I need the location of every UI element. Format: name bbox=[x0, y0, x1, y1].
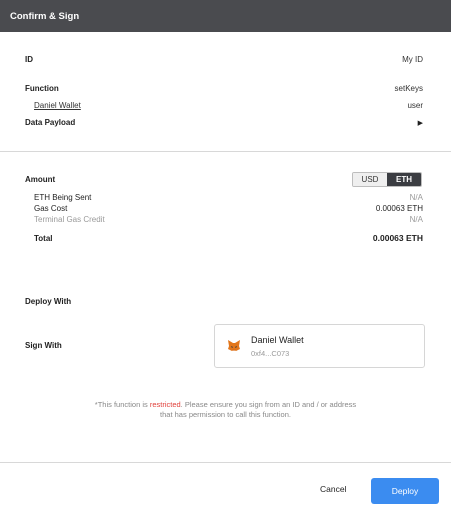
deploy-with-label: Deploy With bbox=[25, 297, 72, 306]
sign-with-section: Sign With bbox=[0, 341, 90, 350]
eth-toggle-option[interactable]: ETH bbox=[387, 173, 421, 186]
function-row: Function setKeys bbox=[25, 84, 423, 93]
notice-prefix: *This function is bbox=[94, 400, 150, 409]
eth-sent-value: N/A bbox=[409, 193, 423, 202]
signing-wallet-address: 0xf4...C073 bbox=[251, 348, 290, 358]
cost-breakdown: ETH Being Sent N/A Gas Cost 0.00063 ETH … bbox=[25, 192, 423, 243]
dialog-title: Confirm & Sign bbox=[10, 10, 80, 22]
id-label: ID bbox=[25, 55, 33, 64]
chevron-right-icon[interactable]: ▶ bbox=[418, 119, 423, 127]
metamask-fox-icon bbox=[228, 340, 240, 351]
total-value: 0.00063 ETH bbox=[372, 233, 423, 243]
usd-toggle-option[interactable]: USD bbox=[353, 173, 387, 186]
wallet-link[interactable]: Daniel Wallet bbox=[34, 101, 81, 110]
function-value: setKeys bbox=[394, 84, 423, 93]
total-row: Total 0.00063 ETH bbox=[34, 233, 423, 243]
amount-label: Amount bbox=[25, 175, 56, 184]
data-payload-row[interactable]: Data Payload ▶ bbox=[25, 118, 423, 127]
id-row: ID My ID bbox=[25, 55, 423, 64]
terminal-gas-row: Terminal Gas Credit N/A bbox=[34, 214, 423, 225]
signing-wallet-name: Daniel Wallet bbox=[251, 334, 304, 345]
signing-wallet-card[interactable]: Daniel Wallet 0xf4...C073 bbox=[214, 324, 425, 368]
notice-restricted: restricted bbox=[149, 400, 181, 409]
title-bar: Confirm & Sign bbox=[0, 0, 451, 32]
sign-with-label: Sign With bbox=[25, 341, 62, 350]
total-label: Total bbox=[34, 233, 53, 243]
data-payload-label: Data Payload bbox=[25, 118, 76, 127]
amount-row: Amount USD ETH bbox=[25, 172, 423, 187]
terminal-gas-label: Terminal Gas Credit bbox=[34, 215, 105, 224]
deploy-with-section: Deploy With bbox=[0, 297, 99, 306]
amount-section: Amount USD ETH ETH Being Sent N/A Gas Co… bbox=[0, 152, 451, 243]
eth-sent-row: ETH Being Sent N/A bbox=[34, 192, 423, 203]
gas-cost-label: Gas Cost bbox=[34, 204, 68, 213]
gas-cost-value: 0.00063 ETH bbox=[375, 204, 423, 213]
function-label: Function bbox=[25, 84, 59, 93]
wallet-card-text: Daniel Wallet 0xf4...C073 bbox=[251, 335, 304, 358]
notice-suffix: . Please ensure you sign from an ID and … bbox=[180, 400, 357, 409]
currency-toggle: USD ETH bbox=[352, 172, 422, 187]
info-section: ID My ID Function setKeys Daniel Wallet … bbox=[0, 32, 451, 127]
id-value: My ID bbox=[402, 55, 423, 64]
notice-line-2: that has permission to call this functio… bbox=[160, 409, 291, 419]
eth-sent-label: ETH Being Sent bbox=[34, 193, 92, 202]
wallet-role-value: user bbox=[407, 101, 423, 110]
gas-cost-row: Gas Cost 0.00063 ETH bbox=[34, 203, 423, 214]
wallet-row: Daniel Wallet user bbox=[25, 101, 423, 110]
footer-divider bbox=[0, 462, 451, 463]
restriction-notice: *This function is restricted. Please ens… bbox=[0, 400, 451, 419]
cancel-button[interactable]: Cancel bbox=[320, 484, 346, 494]
deploy-button[interactable]: Deploy bbox=[371, 478, 439, 504]
notice-line-1: *This function is restricted. Please ens… bbox=[0, 400, 451, 410]
terminal-gas-value: N/A bbox=[409, 215, 423, 224]
